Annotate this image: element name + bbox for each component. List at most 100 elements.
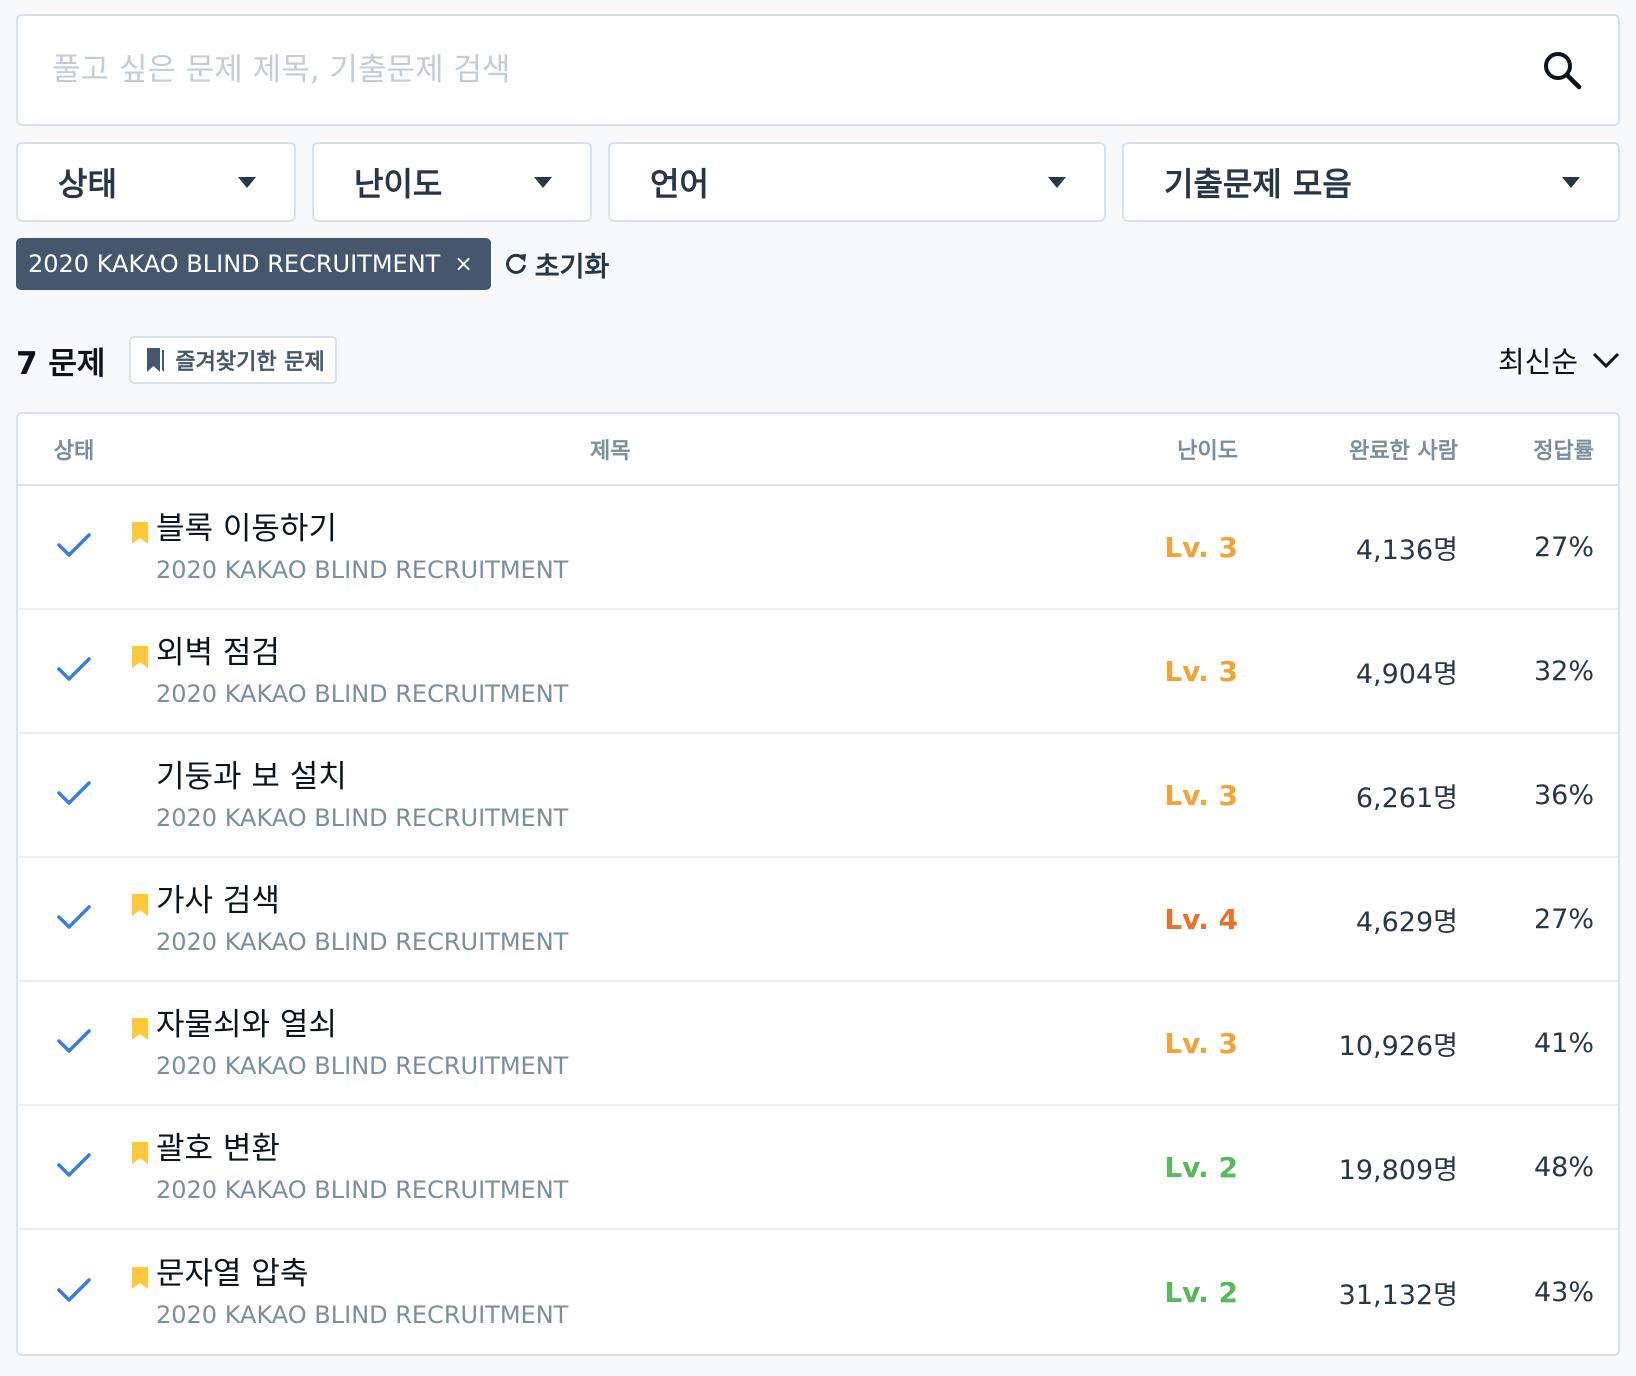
search-input[interactable] — [52, 52, 1538, 88]
check-icon — [57, 1278, 91, 1302]
check-icon — [57, 533, 91, 557]
problem-title-link[interactable]: 괄호 변환 — [156, 1129, 568, 1169]
problem-count: 7 문제 — [16, 345, 106, 382]
rate-cell: 43% — [1458, 1277, 1618, 1308]
level-dropdown[interactable]: 난이도 — [312, 142, 592, 222]
level-cell: Lv. 3 — [1098, 1027, 1238, 1060]
caret-down-icon — [1048, 176, 1066, 188]
table-body: 블록 이동하기 2020 KAKAO BLIND RECRUITMENT Lv.… — [18, 486, 1618, 1354]
accuracy-rate: 27% — [1533, 903, 1594, 935]
header-level: 난이도 — [1177, 439, 1238, 464]
title-text: 기둥과 보 설치 2020 KAKAO BLIND RECRUITMENT — [156, 757, 568, 833]
active-filters: 2020 KAKAO BLIND RECRUITMENT × 초기화 — [16, 238, 1620, 290]
title-cell: 외벽 점검 2020 KAKAO BLIND RECRUITMENT — [130, 633, 1098, 709]
level-dropdown-label: 난이도 — [354, 165, 443, 203]
title-wrap: 괄호 변환 2020 KAKAO BLIND RECRUITMENT — [130, 1129, 568, 1205]
table-header: 상태 제목 난이도 완료한 사람 정답률 — [18, 414, 1618, 486]
reset-label: 초기화 — [534, 251, 610, 283]
title-wrap: 가사 검색 2020 KAKAO BLIND RECRUITMENT — [130, 881, 568, 957]
rate-cell: 36% — [1458, 780, 1618, 811]
check-icon — [57, 1153, 91, 1177]
past-exams-dropdown[interactable]: 기출문제 모음 — [1122, 142, 1620, 222]
bookmark-icon[interactable] — [130, 645, 156, 669]
status-dropdown[interactable]: 상태 — [16, 142, 296, 222]
problem-title-link[interactable]: 문자열 압축 — [156, 1254, 568, 1294]
caret-down-icon — [238, 176, 256, 188]
close-icon[interactable]: × — [454, 252, 472, 277]
language-dropdown[interactable]: 언어 — [608, 142, 1106, 222]
problem-title-link[interactable]: 가사 검색 — [156, 881, 568, 921]
table-row: 문자열 압축 2020 KAKAO BLIND RECRUITMENT Lv. … — [18, 1230, 1618, 1354]
completed-count: 4,904명 — [1355, 658, 1458, 690]
completed-count: 10,926명 — [1338, 1030, 1458, 1062]
favorites-filter-button[interactable]: 즐겨찾기한 문제 — [129, 336, 337, 384]
problem-title-link[interactable]: 외벽 점검 — [156, 633, 568, 673]
title-wrap: 블록 이동하기 2020 KAKAO BLIND RECRUITMENT — [130, 509, 568, 585]
caret-down-icon — [1562, 176, 1580, 188]
completed-cell: 4,629명 — [1238, 900, 1458, 939]
accuracy-rate: 43% — [1533, 1276, 1594, 1308]
level-badge: Lv. 3 — [1164, 1026, 1238, 1060]
problem-category: 2020 KAKAO BLIND RECRUITMENT — [156, 928, 569, 956]
problem-table: 상태 제목 난이도 완료한 사람 정답률 블록 이동하기 2020 KAKAO … — [16, 412, 1620, 1356]
header-status: 상태 — [53, 439, 95, 464]
title-text: 문자열 압축 2020 KAKAO BLIND RECRUITMENT — [156, 1254, 568, 1330]
bookmark-icon[interactable] — [130, 521, 156, 545]
table-row: 기둥과 보 설치 2020 KAKAO BLIND RECRUITMENT Lv… — [18, 734, 1618, 858]
level-cell: Lv. 3 — [1098, 655, 1238, 688]
header-title: 제목 — [590, 439, 631, 464]
completed-cell: 4,136명 — [1238, 528, 1458, 567]
header-rate: 정답률 — [1533, 439, 1594, 464]
completed-count: 31,132명 — [1338, 1279, 1458, 1311]
bookmark-icon[interactable] — [130, 1017, 156, 1041]
level-badge: Lv. 3 — [1164, 778, 1238, 812]
favorites-filter-label: 즐겨찾기한 문제 — [175, 350, 325, 375]
status-cell — [18, 903, 130, 935]
problem-category: 2020 KAKAO BLIND RECRUITMENT — [156, 1052, 569, 1080]
bookmark-icon[interactable] — [130, 1266, 156, 1290]
level-badge: Lv. 2 — [1164, 1275, 1238, 1309]
problem-category: 2020 KAKAO BLIND RECRUITMENT — [156, 1301, 569, 1329]
problem-category: 2020 KAKAO BLIND RECRUITMENT — [156, 1176, 569, 1204]
list-summary: 7 문제 즐겨찾기한 문제 최신순 — [16, 336, 1620, 384]
rate-cell: 27% — [1458, 904, 1618, 935]
bookmark-icon — [147, 348, 165, 372]
sort-dropdown[interactable]: 최신순 — [1498, 339, 1620, 381]
title-text: 블록 이동하기 2020 KAKAO BLIND RECRUITMENT — [156, 509, 568, 585]
status-cell — [18, 1276, 130, 1308]
table-row: 자물쇠와 열쇠 2020 KAKAO BLIND RECRUITMENT Lv.… — [18, 982, 1618, 1106]
language-dropdown-label: 언어 — [650, 165, 709, 203]
refresh-icon — [505, 253, 526, 274]
status-cell — [18, 1151, 130, 1183]
title-text: 괄호 변환 2020 KAKAO BLIND RECRUITMENT — [156, 1129, 568, 1205]
title-cell: 블록 이동하기 2020 KAKAO BLIND RECRUITMENT — [130, 509, 1098, 585]
bookmark-icon[interactable] — [130, 1141, 156, 1165]
problem-category: 2020 KAKAO BLIND RECRUITMENT — [156, 556, 569, 584]
completed-cell: 4,904명 — [1238, 652, 1458, 691]
filter-chip: 2020 KAKAO BLIND RECRUITMENT × — [16, 238, 491, 290]
accuracy-rate: 27% — [1533, 531, 1594, 563]
level-badge: Lv. 2 — [1164, 1150, 1238, 1184]
table-row: 블록 이동하기 2020 KAKAO BLIND RECRUITMENT Lv.… — [18, 486, 1618, 610]
problem-title-link[interactable]: 기둥과 보 설치 — [156, 757, 568, 797]
title-cell: 기둥과 보 설치 2020 KAKAO BLIND RECRUITMENT — [130, 757, 1098, 833]
header-completed: 완료한 사람 — [1349, 439, 1458, 464]
rate-cell: 27% — [1458, 532, 1618, 563]
title-text: 외벽 점검 2020 KAKAO BLIND RECRUITMENT — [156, 633, 568, 709]
reset-button[interactable]: 초기화 — [503, 245, 610, 284]
bookmark-icon[interactable] — [130, 893, 156, 917]
check-icon — [57, 905, 91, 929]
search-icon[interactable] — [1538, 46, 1586, 94]
status-cell — [18, 655, 130, 687]
level-badge: Lv. 4 — [1164, 902, 1238, 936]
problem-title-link[interactable]: 블록 이동하기 — [156, 509, 568, 549]
sort-label: 최신순 — [1497, 345, 1578, 379]
problem-title-link[interactable]: 자물쇠와 열쇠 — [156, 1005, 568, 1045]
completed-cell: 19,809명 — [1238, 1148, 1458, 1187]
past-exams-dropdown-label: 기출문제 모음 — [1164, 165, 1352, 203]
accuracy-rate: 36% — [1533, 779, 1594, 811]
bookmark-icon[interactable] — [130, 769, 156, 793]
table-row: 가사 검색 2020 KAKAO BLIND RECRUITMENT Lv. 4… — [18, 858, 1618, 982]
accuracy-rate: 32% — [1533, 655, 1594, 687]
completed-cell: 10,926명 — [1238, 1024, 1458, 1063]
